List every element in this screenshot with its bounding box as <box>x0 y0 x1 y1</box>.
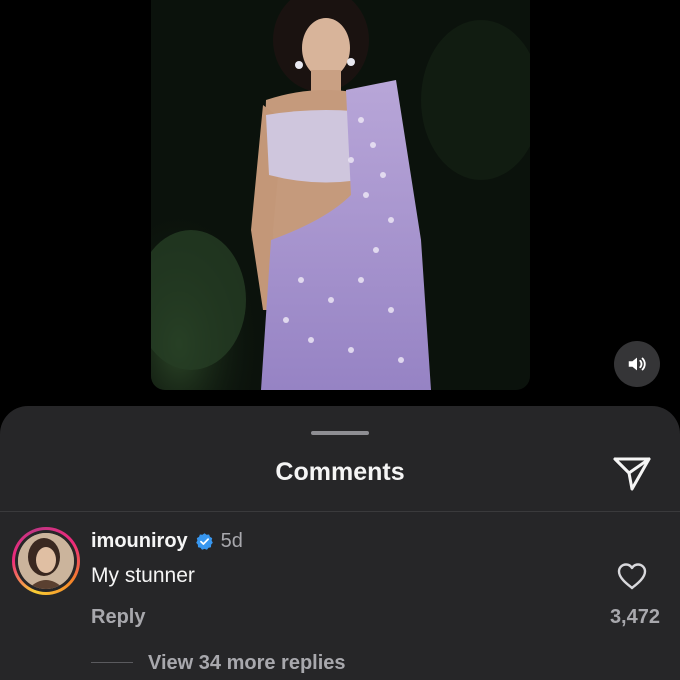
avatar-photo <box>18 533 74 589</box>
verified-badge-icon <box>195 533 213 550</box>
sheet-title: Comments <box>275 458 405 486</box>
like-count[interactable]: 3,472 <box>610 606 660 629</box>
share-button[interactable] <box>610 454 654 494</box>
screen: Comments imouniroy 5d My stunner Reply 3… <box>0 0 680 680</box>
speaker-icon <box>628 357 646 371</box>
comment-timestamp: 5d <box>220 530 243 552</box>
reply-button[interactable]: Reply <box>91 606 145 629</box>
avatar[interactable] <box>12 527 80 595</box>
sheet-divider <box>0 511 680 512</box>
comments-sheet: Comments imouniroy 5d My stunner Reply 3… <box>0 406 680 680</box>
like-button[interactable] <box>615 559 649 593</box>
heart-icon <box>617 563 647 590</box>
sound-toggle-button[interactable] <box>614 341 660 387</box>
comment-username[interactable]: imouniroy <box>91 530 188 553</box>
comment-header: imouniroy 5d <box>91 530 243 553</box>
replies-divider <box>91 662 133 663</box>
paper-plane-icon <box>613 457 651 491</box>
comment-text: My stunner <box>91 564 195 587</box>
post-photo <box>151 0 530 390</box>
post-media[interactable] <box>151 0 530 390</box>
sheet-grabber[interactable] <box>311 431 369 435</box>
view-replies-button[interactable]: View 34 more replies <box>148 652 346 675</box>
